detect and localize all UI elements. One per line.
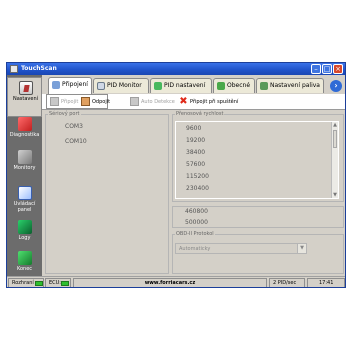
app-window: TouchScan – □ × Nastavení Diagnostika Mo… [6, 62, 346, 288]
website-link[interactable]: www.forriacars.cz [73, 278, 267, 287]
protocol-title: OBD-II Protokol [175, 231, 215, 238]
baud-rate-group-extra: 460800 500000 [172, 206, 344, 228]
tab-pid-monitor[interactable]: PID Monitor [93, 78, 149, 93]
connect-label: Připojit [61, 99, 79, 105]
connect-on-start-label: Připojit při spuštění [190, 99, 239, 105]
website-url[interactable]: www.forriacars.cz [74, 279, 266, 287]
list-item[interactable]: 38400 [186, 149, 205, 156]
list-item[interactable]: 9600 [186, 125, 201, 132]
interface-label: Rozhraní [12, 280, 34, 286]
list-item[interactable]: 230400 [186, 185, 209, 192]
autodetect-label: Auto Detekce [141, 99, 175, 105]
sidebar-item-label: Uvládací panel [13, 201, 36, 213]
ecu-led-icon [61, 281, 69, 286]
protocol-group: OBD-II Protokol Automaticky ▼ [172, 231, 344, 274]
baud-rate-group: Přenosová rychlost 9600 19200 38400 5760… [172, 111, 344, 202]
baud-rate-title: Přenosová rychlost [175, 111, 225, 118]
baud-rate-list[interactable]: 9600 19200 38400 57600 115200 230400 460… [175, 121, 339, 199]
baud-scrollbar[interactable]: ▲ ▼ [331, 122, 338, 198]
plug-icon [50, 97, 59, 106]
diagnostics-icon [18, 117, 32, 131]
exit-icon [18, 251, 32, 265]
ecu-label: ECU: [49, 280, 61, 286]
tab-connection[interactable]: Připojení [48, 77, 92, 94]
list-item[interactable]: 460800 [185, 208, 208, 215]
ecu-status: ECU: [45, 278, 71, 287]
chevron-down-icon[interactable]: ▼ [297, 244, 306, 253]
control-panel-icon [18, 186, 32, 200]
connection-panel: Sériový port COM3 COM10 Přenosová rychlo… [42, 110, 345, 276]
serial-port-title: Sériový port [48, 111, 81, 118]
protocol-value: Automaticky [179, 246, 211, 252]
scroll-up-icon[interactable]: ▲ [332, 122, 338, 128]
tab-label: Obecné [227, 82, 251, 89]
general-icon [217, 82, 225, 90]
pid-rate: 2 PID/sec [269, 278, 305, 287]
clock: 17:41 [307, 278, 345, 287]
sidebar-item-settings[interactable]: Nastavení [7, 77, 42, 117]
autodetect-icon [130, 97, 139, 106]
window-title: TouchScan [21, 65, 57, 72]
list-item[interactable]: 115200 [186, 173, 209, 180]
scroll-down-icon[interactable]: ▼ [332, 192, 338, 198]
interface-status: Rozhraní [8, 278, 44, 287]
tab-scroll-icon[interactable]: › [330, 80, 342, 92]
toolbar: Připojit Odpojit Auto Detekce ✖ Připojit… [42, 94, 345, 110]
tab-general[interactable]: Obecné [213, 78, 255, 93]
minimize-button[interactable]: – [311, 64, 321, 74]
connection-icon [52, 81, 60, 89]
fuel-icon [260, 82, 268, 90]
pid-settings-icon [154, 82, 162, 90]
interface-led-icon [35, 281, 43, 286]
tab-fuel-settings[interactable]: Nastavení paliva [256, 78, 324, 93]
settings-icon [19, 81, 33, 95]
pid-rate-value: 2 PID/sec [273, 280, 297, 286]
sidebar-item-label: Monitory [13, 165, 36, 171]
close-icon: ✖ [179, 96, 188, 107]
maximize-button[interactable]: □ [322, 64, 332, 74]
sidebar-item-label: Diagnostika [9, 132, 40, 138]
pid-monitor-icon [97, 82, 105, 90]
tab-bar: Připojení PID Monitor PID nastavení Obec… [42, 75, 345, 94]
list-item[interactable]: 500000 [185, 219, 208, 226]
unplug-icon [81, 97, 90, 106]
tab-label: PID Monitor [107, 82, 142, 89]
protocol-select[interactable]: Automaticky ▼ [175, 243, 307, 254]
sidebar-item-label: Nastavení [12, 96, 39, 102]
tab-label: PID nastavení [164, 82, 206, 89]
sidebar-item-label: Konec [16, 266, 33, 272]
tab-label: Nastavení paliva [270, 82, 320, 89]
tab-pid-settings[interactable]: PID nastavení [150, 78, 212, 93]
title-bar[interactable]: TouchScan – □ × [7, 63, 345, 75]
list-item[interactable]: COM10 [65, 138, 87, 145]
sidebar: Nastavení Diagnostika Monitory Uvládací … [7, 75, 42, 276]
app-icon [10, 65, 18, 73]
monitors-icon [18, 150, 32, 164]
list-item[interactable]: 19200 [186, 137, 205, 144]
scroll-thumb[interactable] [333, 130, 337, 148]
tab-label: Připojení [62, 81, 88, 88]
sidebar-item-monitors[interactable]: Monitory [7, 147, 42, 187]
status-bar: Rozhraní ECU: www.forriacars.cz 2 PID/se… [7, 276, 345, 287]
list-item[interactable]: 57600 [186, 161, 205, 168]
clock-value: 17:41 [319, 280, 334, 286]
sidebar-item-label: Logy [18, 235, 31, 241]
list-item[interactable]: COM3 [65, 123, 83, 130]
close-button[interactable]: × [333, 64, 343, 74]
logs-icon [18, 220, 32, 234]
serial-port-list[interactable]: COM3 COM10 [47, 120, 167, 272]
serial-port-group: Sériový port COM3 COM10 [45, 111, 169, 274]
disconnect-label: Odpojit [92, 99, 111, 105]
